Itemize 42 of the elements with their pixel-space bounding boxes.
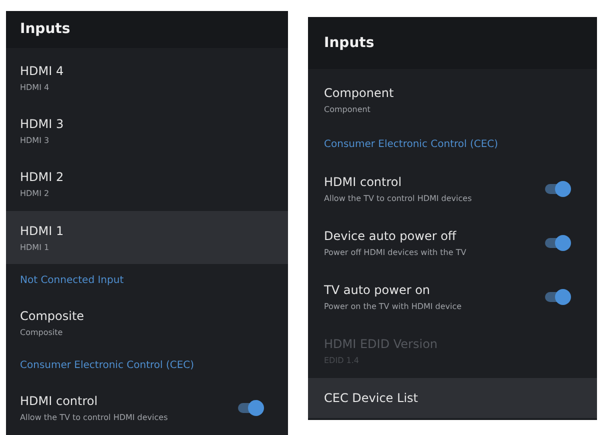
item-subtitle: HDMI 2 xyxy=(20,188,50,200)
item-subtitle: Allow the TV to control HDMI devices xyxy=(324,193,472,205)
item-subtitle: Power off HDMI devices with the TV xyxy=(324,247,466,259)
toggle-switch[interactable] xyxy=(543,289,571,305)
item-subtitle: HDMI 4 xyxy=(20,82,50,94)
item-subtitle: Component xyxy=(324,104,372,116)
toggle-switch[interactable] xyxy=(236,400,264,416)
item-subtitle: HDMI 1 xyxy=(20,242,50,254)
toggle-switch[interactable] xyxy=(543,181,571,197)
list-item[interactable]: HDMI 1 HDMI 1 xyxy=(6,211,288,264)
item-title: HDMI 2 xyxy=(20,169,64,186)
item-title: HDMI 4 xyxy=(20,62,64,80)
section-header: Consumer Electronic Control (CEC) xyxy=(20,359,194,374)
item-title: Composite xyxy=(20,308,84,326)
list-item[interactable]: HDMI 4 HDMI 4 xyxy=(6,51,288,105)
item-title: TV auto power on xyxy=(324,282,432,299)
toggle-switch[interactable] xyxy=(543,235,571,251)
toggle-row[interactable]: HDMI control Allow the TV to control HDMI devices xyxy=(308,162,597,216)
item-subtitle: HDMI 3 xyxy=(20,135,50,148)
panel-title: Inputs xyxy=(324,34,374,52)
item-title: CEC Device List xyxy=(324,390,418,407)
list-item[interactable]: HDMI 3 HDMI 3 xyxy=(6,104,288,158)
list-item[interactable]: HDMI 2 HDMI 2 xyxy=(6,158,288,212)
item-title: Component xyxy=(324,85,394,102)
item-subtitle: Allow the TV to control HDMI devices xyxy=(20,412,168,424)
item-title: HDMI 3 xyxy=(20,116,64,134)
item-title: Device auto power off xyxy=(324,228,458,245)
toggle-row[interactable]: TV auto power on Power on the TV with HDMI device xyxy=(308,270,597,324)
list-item[interactable]: Component Component xyxy=(308,73,597,127)
item-title: HDMI control xyxy=(324,174,403,191)
panel-title: Inputs xyxy=(20,20,70,39)
item-subtitle: Power on the TV with HDMI device xyxy=(324,301,462,313)
item-title: HDMI control xyxy=(20,393,99,410)
list-item[interactable]: Composite Composite xyxy=(6,296,288,350)
section-header: Not Connected Input xyxy=(20,274,124,288)
toggle-row[interactable]: Device auto power off Power off HDMI devices with the TV xyxy=(308,216,597,270)
list-item[interactable]: CEC Device List xyxy=(308,378,597,418)
item-title: HDMI EDID Version xyxy=(324,336,438,353)
section-header: Consumer Electronic Control (CEC) xyxy=(324,138,498,152)
toggle-row[interactable]: HDMI control Allow the TV to control HDMI devices xyxy=(6,382,288,435)
item-subtitle: Composite xyxy=(20,327,64,340)
item-title: HDMI 1 xyxy=(20,222,64,240)
